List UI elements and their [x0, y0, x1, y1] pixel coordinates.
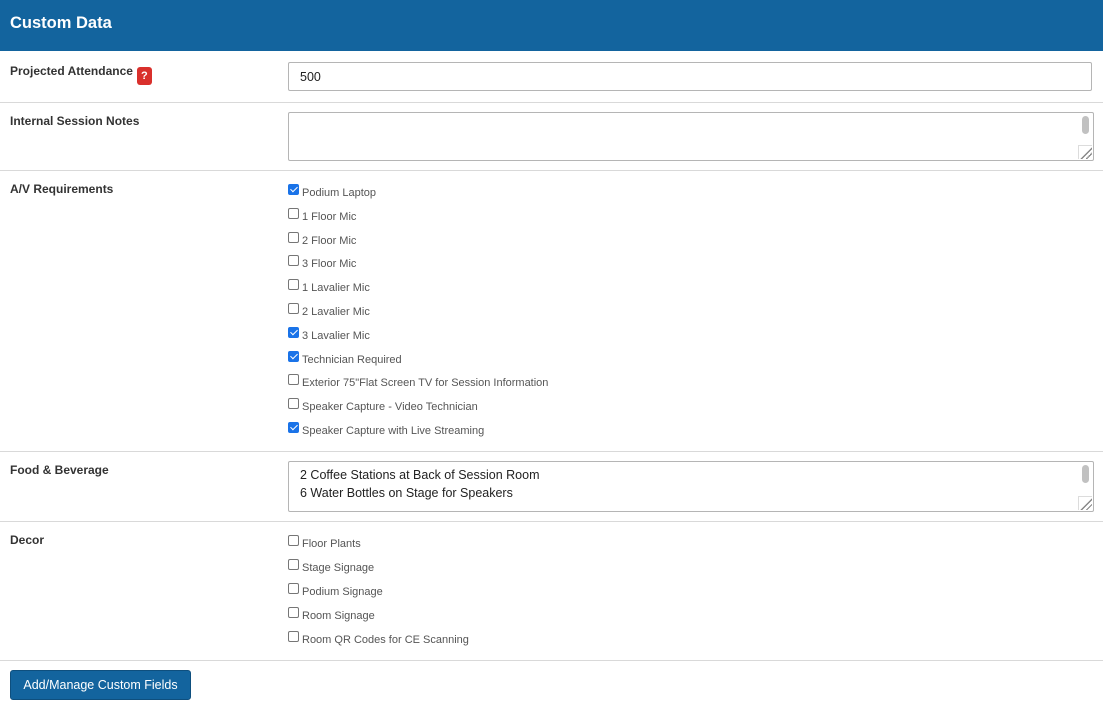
panel-header: Custom Data: [0, 0, 1103, 51]
checkbox-label[interactable]: Podium Laptop: [302, 187, 376, 199]
checkbox-unchecked-icon[interactable]: [288, 583, 299, 594]
internal-session-notes-label: Internal Session Notes: [10, 114, 140, 128]
checkbox-option[interactable]: Stage Signage: [288, 558, 374, 574]
checkbox-option[interactable]: Podium Laptop: [288, 183, 376, 199]
decor-row: Decor Floor Plants Stage Signage Podium Si…: [0, 522, 1103, 661]
checkbox-unchecked-icon[interactable]: [288, 231, 299, 243]
help-icon[interactable]: ?: [136, 67, 152, 85]
projected-attendance-label-text: Projected Attendance: [10, 64, 133, 78]
panel-title: Custom Data: [10, 14, 112, 32]
checkbox-label[interactable]: Exterior 75"Flat Screen TV for Session I…: [302, 377, 548, 389]
checkbox-label[interactable]: Speaker Capture - Video Technician: [302, 401, 478, 413]
add-manage-custom-fields-button[interactable]: Add/Manage Custom Fields: [10, 670, 191, 700]
checkbox-option[interactable]: Room QR Codes for CE Scanning: [288, 630, 469, 646]
checkbox-option[interactable]: 1 Floor Mic: [288, 207, 356, 223]
food-beverage-label: Food & Beverage: [10, 463, 109, 477]
decor-label: Decor: [10, 533, 45, 547]
checkbox-checked-icon[interactable]: [288, 350, 299, 362]
scrollbar-thumb[interactable]: [1082, 116, 1089, 134]
checkbox-option[interactable]: Floor Plants: [288, 534, 361, 550]
food-beverage-line: 2 Coffee Stations at Back of Session Roo…: [300, 468, 540, 482]
checkbox-label[interactable]: Room QR Codes for CE Scanning: [302, 634, 469, 646]
checkbox-label[interactable]: Speaker Capture with Live Streaming: [302, 425, 484, 437]
checkbox-unchecked-icon[interactable]: [288, 279, 299, 291]
checkbox-label[interactable]: Floor Plants: [302, 538, 361, 550]
projected-attendance-label: Projected Attendance?: [10, 64, 152, 85]
checkbox-option[interactable]: 2 Lavalier Mic: [288, 302, 370, 318]
checkbox-unchecked-icon[interactable]: [288, 559, 299, 570]
textarea-scrollbar[interactable]: [1078, 114, 1092, 145]
checkbox-label[interactable]: 2 Lavalier Mic: [302, 306, 370, 318]
checkbox-unchecked-icon[interactable]: [288, 374, 299, 386]
checkbox-label[interactable]: 1 Floor Mic: [302, 211, 356, 223]
projected-attendance-input[interactable]: 500: [288, 62, 1092, 91]
checkbox-option[interactable]: Speaker Capture with Live Streaming: [288, 421, 484, 437]
checkbox-unchecked-icon[interactable]: [288, 607, 299, 618]
checkbox-label[interactable]: 1 Lavalier Mic: [302, 282, 370, 294]
checkbox-unchecked-icon[interactable]: [288, 303, 299, 314]
checkbox-unchecked-icon[interactable]: [288, 631, 299, 642]
food-beverage-line: 6 Water Bottles on Stage for Speakers: [300, 486, 513, 500]
projected-attendance-row: Projected Attendance? 500: [0, 51, 1103, 103]
checkbox-unchecked-icon[interactable]: [288, 207, 299, 219]
checkbox-label[interactable]: Technician Required: [302, 354, 402, 366]
checkbox-option[interactable]: Podium Signage: [288, 582, 383, 598]
checkbox-option[interactable]: Room Signage: [288, 606, 375, 622]
checkbox-label[interactable]: 3 Lavalier Mic: [302, 330, 370, 342]
resize-grip-icon[interactable]: [1078, 496, 1092, 510]
textarea-scrollbar[interactable]: [1078, 463, 1092, 494]
checkbox-option[interactable]: Technician Required: [288, 350, 402, 366]
checkbox-checked-icon[interactable]: [288, 422, 299, 433]
checkbox-unchecked-icon[interactable]: [288, 255, 299, 267]
checkbox-option[interactable]: Exterior 75"Flat Screen TV for Session I…: [288, 373, 548, 389]
av-requirements-label: A/V Requirements: [10, 182, 114, 196]
checkbox-option[interactable]: Speaker Capture - Video Technician: [288, 397, 478, 413]
checkbox-label[interactable]: Stage Signage: [302, 562, 374, 574]
checkbox-label[interactable]: 2 Floor Mic: [302, 235, 356, 247]
checkbox-option[interactable]: 3 Lavalier Mic: [288, 326, 370, 342]
checkbox-label[interactable]: Podium Signage: [302, 586, 383, 598]
checkbox-option[interactable]: 1 Lavalier Mic: [288, 278, 370, 294]
internal-session-notes-textarea[interactable]: [288, 112, 1094, 161]
food-beverage-textarea[interactable]: 2 Coffee Stations at Back of Session Roo…: [288, 461, 1094, 512]
checkbox-checked-icon[interactable]: [288, 184, 299, 195]
checkbox-unchecked-icon[interactable]: [288, 398, 299, 410]
checkbox-option[interactable]: 2 Floor Mic: [288, 231, 356, 247]
av-requirements-row: A/V Requirements Podium Laptop 1 Floor Mi…: [0, 171, 1103, 452]
resize-grip-icon[interactable]: [1078, 145, 1092, 159]
checkbox-unchecked-icon[interactable]: [288, 535, 299, 546]
checkbox-checked-icon[interactable]: [288, 326, 299, 338]
checkbox-label[interactable]: 3 Floor Mic: [302, 258, 356, 270]
scrollbar-thumb[interactable]: [1082, 465, 1089, 483]
internal-session-notes-row: Internal Session Notes: [0, 103, 1103, 171]
food-beverage-row: Food & Beverage 2 Coffee Stations at Bac…: [0, 452, 1103, 522]
checkbox-label[interactable]: Room Signage: [302, 610, 375, 622]
checkbox-option[interactable]: 3 Floor Mic: [288, 254, 356, 270]
